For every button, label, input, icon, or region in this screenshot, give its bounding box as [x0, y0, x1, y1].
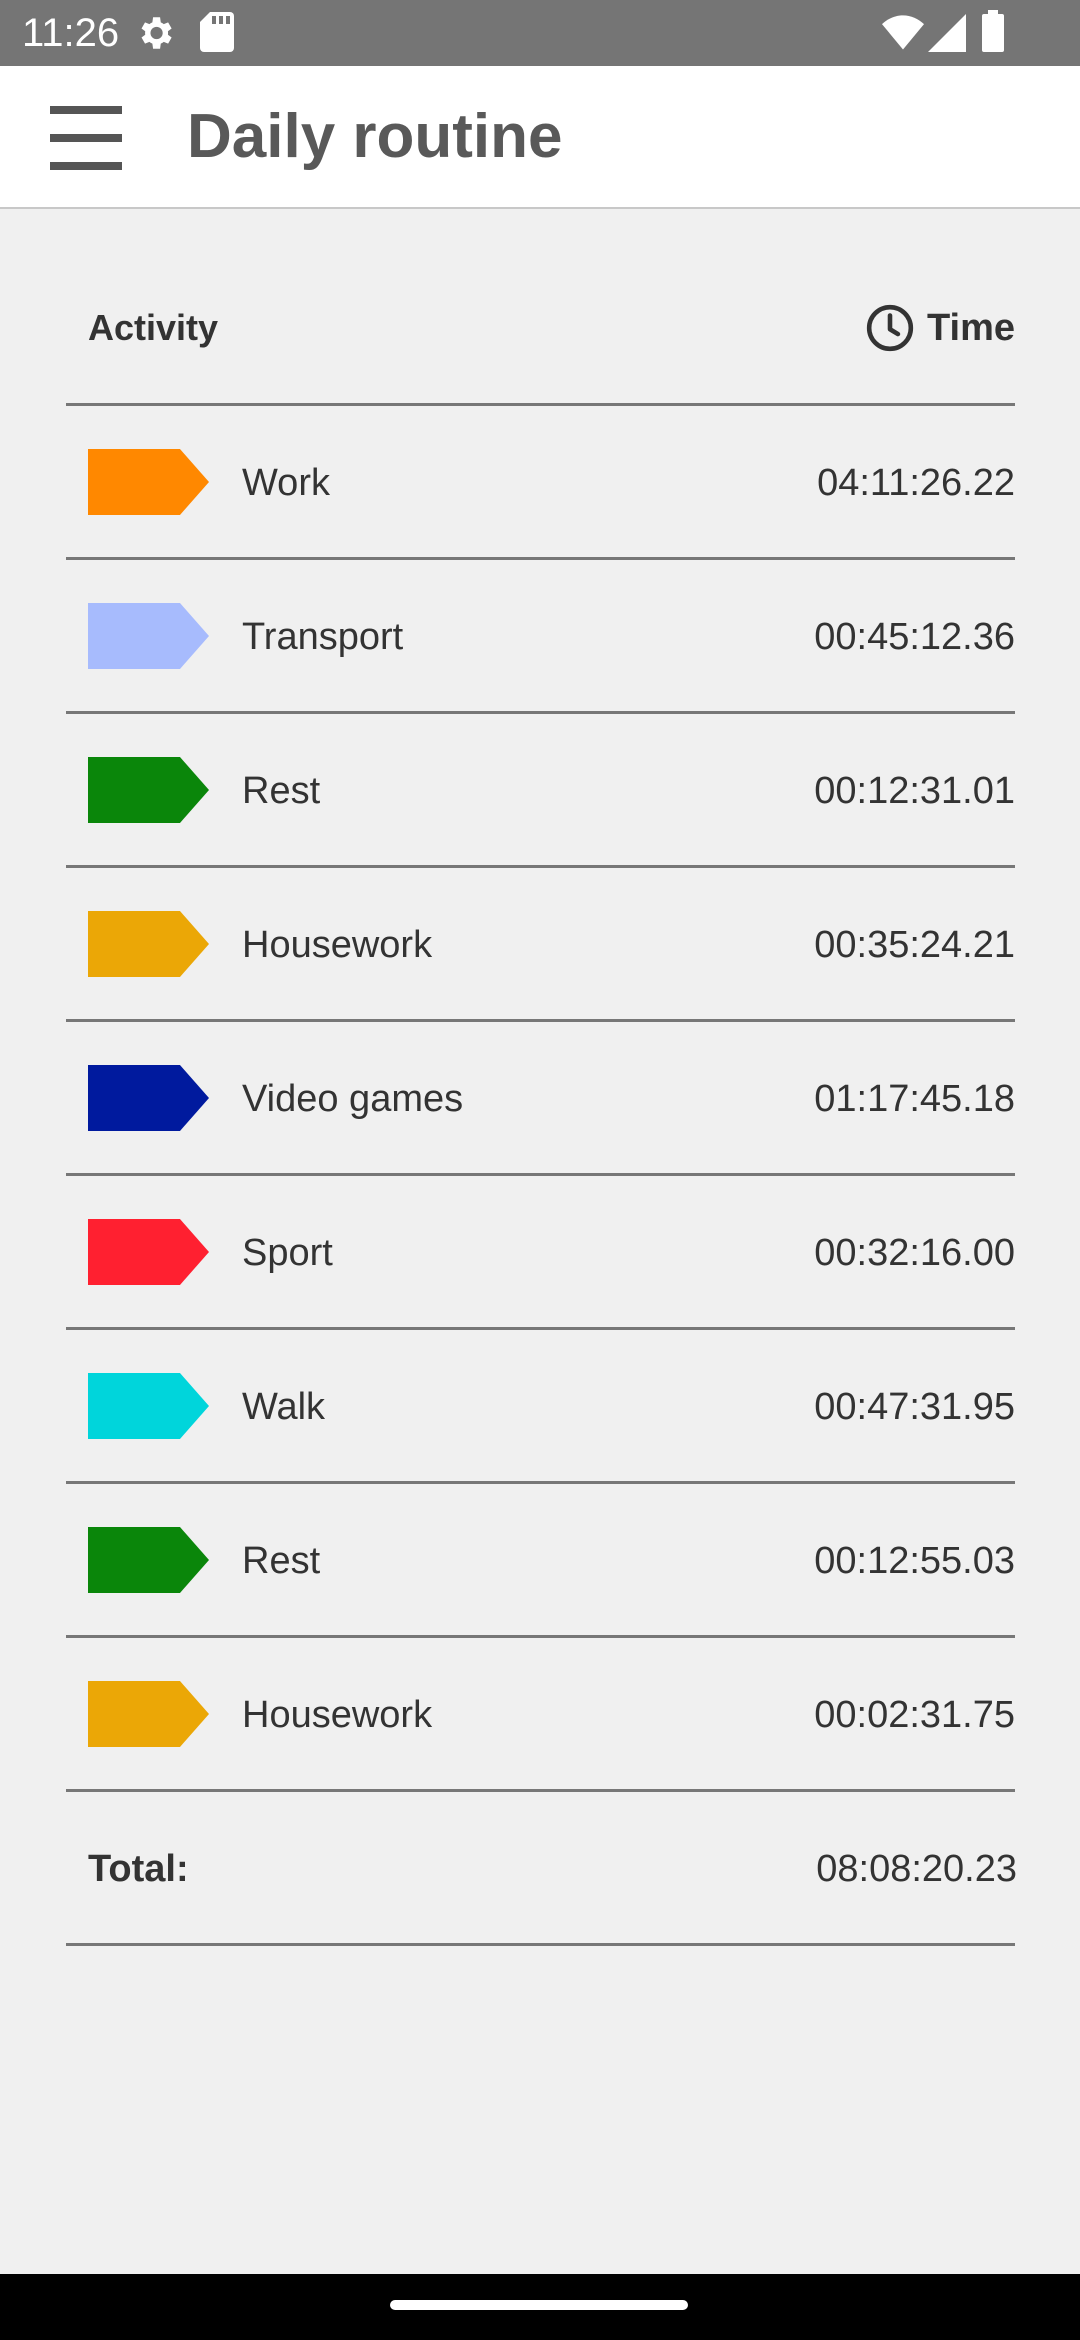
activity-color-swatch [88, 1681, 209, 1747]
signal-icon [928, 14, 966, 52]
activity-row[interactable]: Rest 00:12:55.03 [66, 1484, 1015, 1638]
column-header-time: Time [865, 302, 1015, 354]
activity-row[interactable]: Rest 00:12:31.01 [66, 714, 1015, 868]
activity-name: Rest [242, 1540, 321, 1582]
navigation-bar [0, 2274, 1080, 2340]
total-label: Total: [88, 1848, 189, 1890]
activity-table: Activity Time Work 04:11:26.22 Transport… [66, 258, 1017, 1946]
activity-row[interactable]: Work 04:11:26.22 [66, 406, 1015, 560]
activity-color-swatch [88, 1373, 209, 1439]
activity-time: 00:02:31.75 [814, 1694, 1015, 1736]
activity-time: 00:12:55.03 [814, 1540, 1015, 1582]
activity-time: 00:12:31.01 [814, 770, 1015, 812]
activity-color-swatch [88, 449, 209, 515]
activity-color-swatch [88, 1065, 209, 1131]
sd-card-icon [200, 12, 234, 52]
home-gesture-handle[interactable] [390, 2300, 688, 2310]
activity-name: Walk [242, 1386, 326, 1428]
activity-color-swatch [88, 911, 209, 977]
activity-name: Video games [242, 1078, 464, 1120]
activity-color-swatch [88, 603, 209, 669]
activity-row[interactable]: Housework 00:35:24.21 [66, 868, 1015, 1022]
activity-name: Transport [242, 616, 404, 658]
settings-gear-icon [141, 17, 172, 49]
activity-time: 00:47:31.95 [814, 1386, 1015, 1428]
activity-time: 00:35:24.21 [814, 924, 1015, 966]
activity-row[interactable]: Sport 00:32:16.00 [66, 1176, 1015, 1330]
column-header-activity: Activity [88, 307, 219, 348]
activity-time: 01:17:45.18 [814, 1078, 1015, 1120]
activity-row[interactable]: Transport 00:45:12.36 [66, 560, 1015, 714]
activity-time: 04:11:26.22 [817, 462, 1015, 504]
status-bar: 11:26 [0, 0, 1080, 66]
total-value: 08:08:20.23 [816, 1848, 1017, 1890]
wifi-icon [882, 15, 924, 50]
clock-icon [866, 304, 914, 352]
activity-color-swatch [88, 1527, 209, 1593]
column-header-time-label: Time [926, 306, 1015, 349]
activity-time: 00:45:12.36 [814, 616, 1015, 658]
app-bar: Daily routine [0, 66, 1080, 209]
battery-icon [982, 10, 1004, 52]
activity-row[interactable]: Housework 00:02:31.75 [66, 1638, 1015, 1792]
activity-row[interactable]: Walk 00:47:31.95 [66, 1330, 1015, 1484]
activity-name: Sport [242, 1232, 333, 1274]
activity-name: Rest [242, 770, 321, 812]
activity-name: Work [242, 462, 330, 504]
activity-name: Housework [242, 1694, 433, 1736]
page-title: Daily routine [187, 102, 563, 171]
activity-time: 00:32:16.00 [814, 1232, 1015, 1274]
hamburger-menu-icon[interactable] [38, 96, 134, 180]
activity-color-swatch [88, 757, 209, 823]
activity-row[interactable]: Video games 01:17:45.18 [66, 1022, 1015, 1176]
status-time: 11:26 [22, 11, 120, 55]
table-header: Activity Time [66, 258, 1015, 406]
activity-color-swatch [88, 1219, 209, 1285]
total-row: Total: 08:08:20.23 [66, 1792, 1017, 1946]
activity-name: Housework [242, 924, 433, 966]
